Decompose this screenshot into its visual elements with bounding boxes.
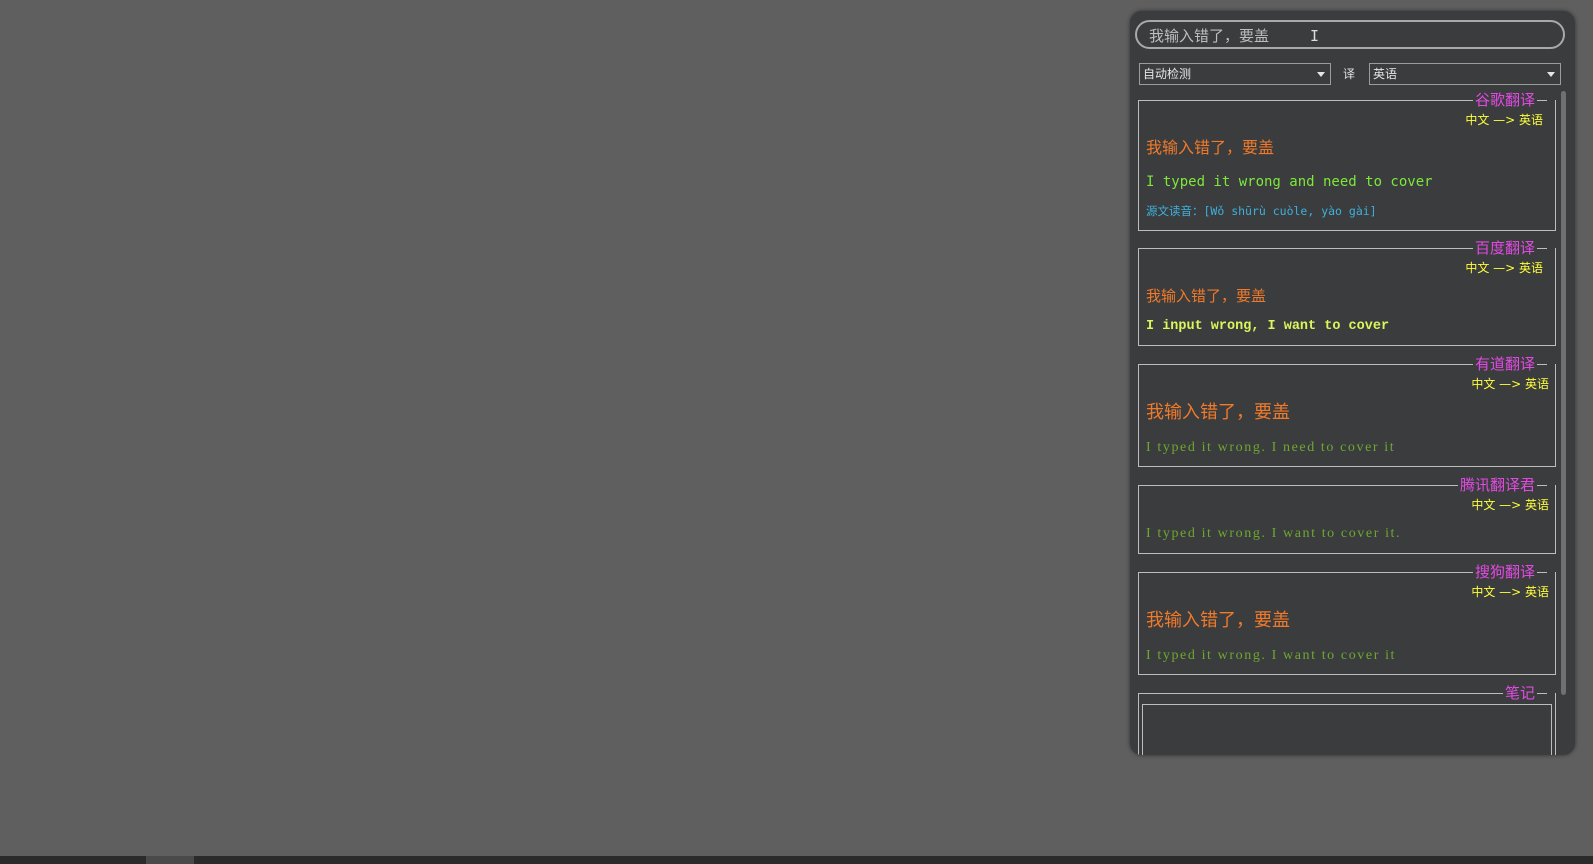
card-source-text: 我输入错了，要盖 bbox=[1146, 402, 1290, 423]
dropdown-arrow-icon bbox=[1317, 72, 1325, 77]
card-translation: I typed it wrong and need to cover bbox=[1146, 174, 1433, 190]
taskbar-active-item[interactable] bbox=[146, 856, 194, 864]
target-language-value: 英语 bbox=[1373, 67, 1398, 81]
scrollbar[interactable] bbox=[1561, 91, 1566, 695]
card-title: 搜狗翻译 bbox=[1472, 562, 1537, 582]
card-direction: 中文 —> 英语 bbox=[1465, 261, 1543, 275]
card-border-gap bbox=[1547, 693, 1555, 694]
source-language-value: 自动检测 bbox=[1143, 67, 1192, 81]
card-title: 有道翻译 bbox=[1472, 354, 1537, 374]
card-title: 笔记 bbox=[1502, 683, 1537, 703]
source-language-select[interactable]: 自动检测 bbox=[1139, 63, 1331, 85]
search-input[interactable] bbox=[1149, 25, 1449, 45]
card-border-gap bbox=[1547, 100, 1555, 101]
taskbar[interactable] bbox=[0, 856, 1593, 864]
baidu-translate-card: 百度翻译 中文 —> 英语 我输入错了，要盖 I input wrong, I … bbox=[1138, 238, 1556, 346]
translator-panel: I 自动检测 译 英语 谷歌翻译 中文 —> 英语 我输入错了，要盖 I typ… bbox=[1130, 11, 1575, 755]
card-direction: 中文 —> 英语 bbox=[1471, 377, 1549, 391]
google-translate-card: 谷歌翻译 中文 —> 英语 我输入错了，要盖 I typed it wrong … bbox=[1138, 90, 1556, 231]
sogou-translate-card: 搜狗翻译 中文 —> 英语 我输入错了，要盖 I typed it wrong.… bbox=[1138, 562, 1556, 675]
card-translation: I typed it wrong. I want to cover it bbox=[1146, 648, 1397, 663]
text-cursor-icon: I bbox=[1310, 27, 1320, 45]
card-source-text: 我输入错了，要盖 bbox=[1146, 138, 1275, 157]
dropdown-arrow-icon bbox=[1547, 72, 1555, 77]
card-border-gap bbox=[1547, 248, 1555, 249]
card-title: 谷歌翻译 bbox=[1472, 90, 1537, 110]
card-direction: 中文 —> 英语 bbox=[1471, 498, 1549, 512]
target-language-select[interactable]: 英语 bbox=[1369, 63, 1561, 85]
notes-card: 笔记 bbox=[1138, 683, 1556, 755]
card-translation: I input wrong, I want to cover bbox=[1146, 319, 1390, 334]
card-title: 百度翻译 bbox=[1472, 238, 1537, 258]
tencent-translate-card: 腾讯翻译君 中文 —> 英语 I typed it wrong. I want … bbox=[1138, 475, 1556, 554]
notes-textarea[interactable] bbox=[1142, 704, 1552, 755]
search-box[interactable]: I bbox=[1135, 20, 1565, 49]
card-title: 腾讯翻译君 bbox=[1457, 475, 1537, 495]
translate-label: 译 bbox=[1343, 67, 1356, 81]
card-border-gap bbox=[1547, 364, 1555, 365]
card-source-text: 我输入错了，要盖 bbox=[1146, 287, 1267, 305]
card-border-gap bbox=[1547, 572, 1555, 573]
card-phonetic: 源文读音：[Wǒ shūrù cuòle, yào gài] bbox=[1146, 204, 1377, 218]
card-source-text: 我输入错了，要盖 bbox=[1146, 610, 1290, 631]
card-translation: I typed it wrong. I want to cover it. bbox=[1146, 526, 1402, 541]
card-border-gap bbox=[1547, 485, 1555, 486]
card-translation: I typed it wrong. I need to cover it bbox=[1146, 440, 1396, 455]
youdao-translate-card: 有道翻译 中文 —> 英语 我输入错了，要盖 I typed it wrong.… bbox=[1138, 354, 1556, 467]
card-direction: 中文 —> 英语 bbox=[1471, 585, 1549, 599]
card-direction: 中文 —> 英语 bbox=[1465, 113, 1543, 127]
